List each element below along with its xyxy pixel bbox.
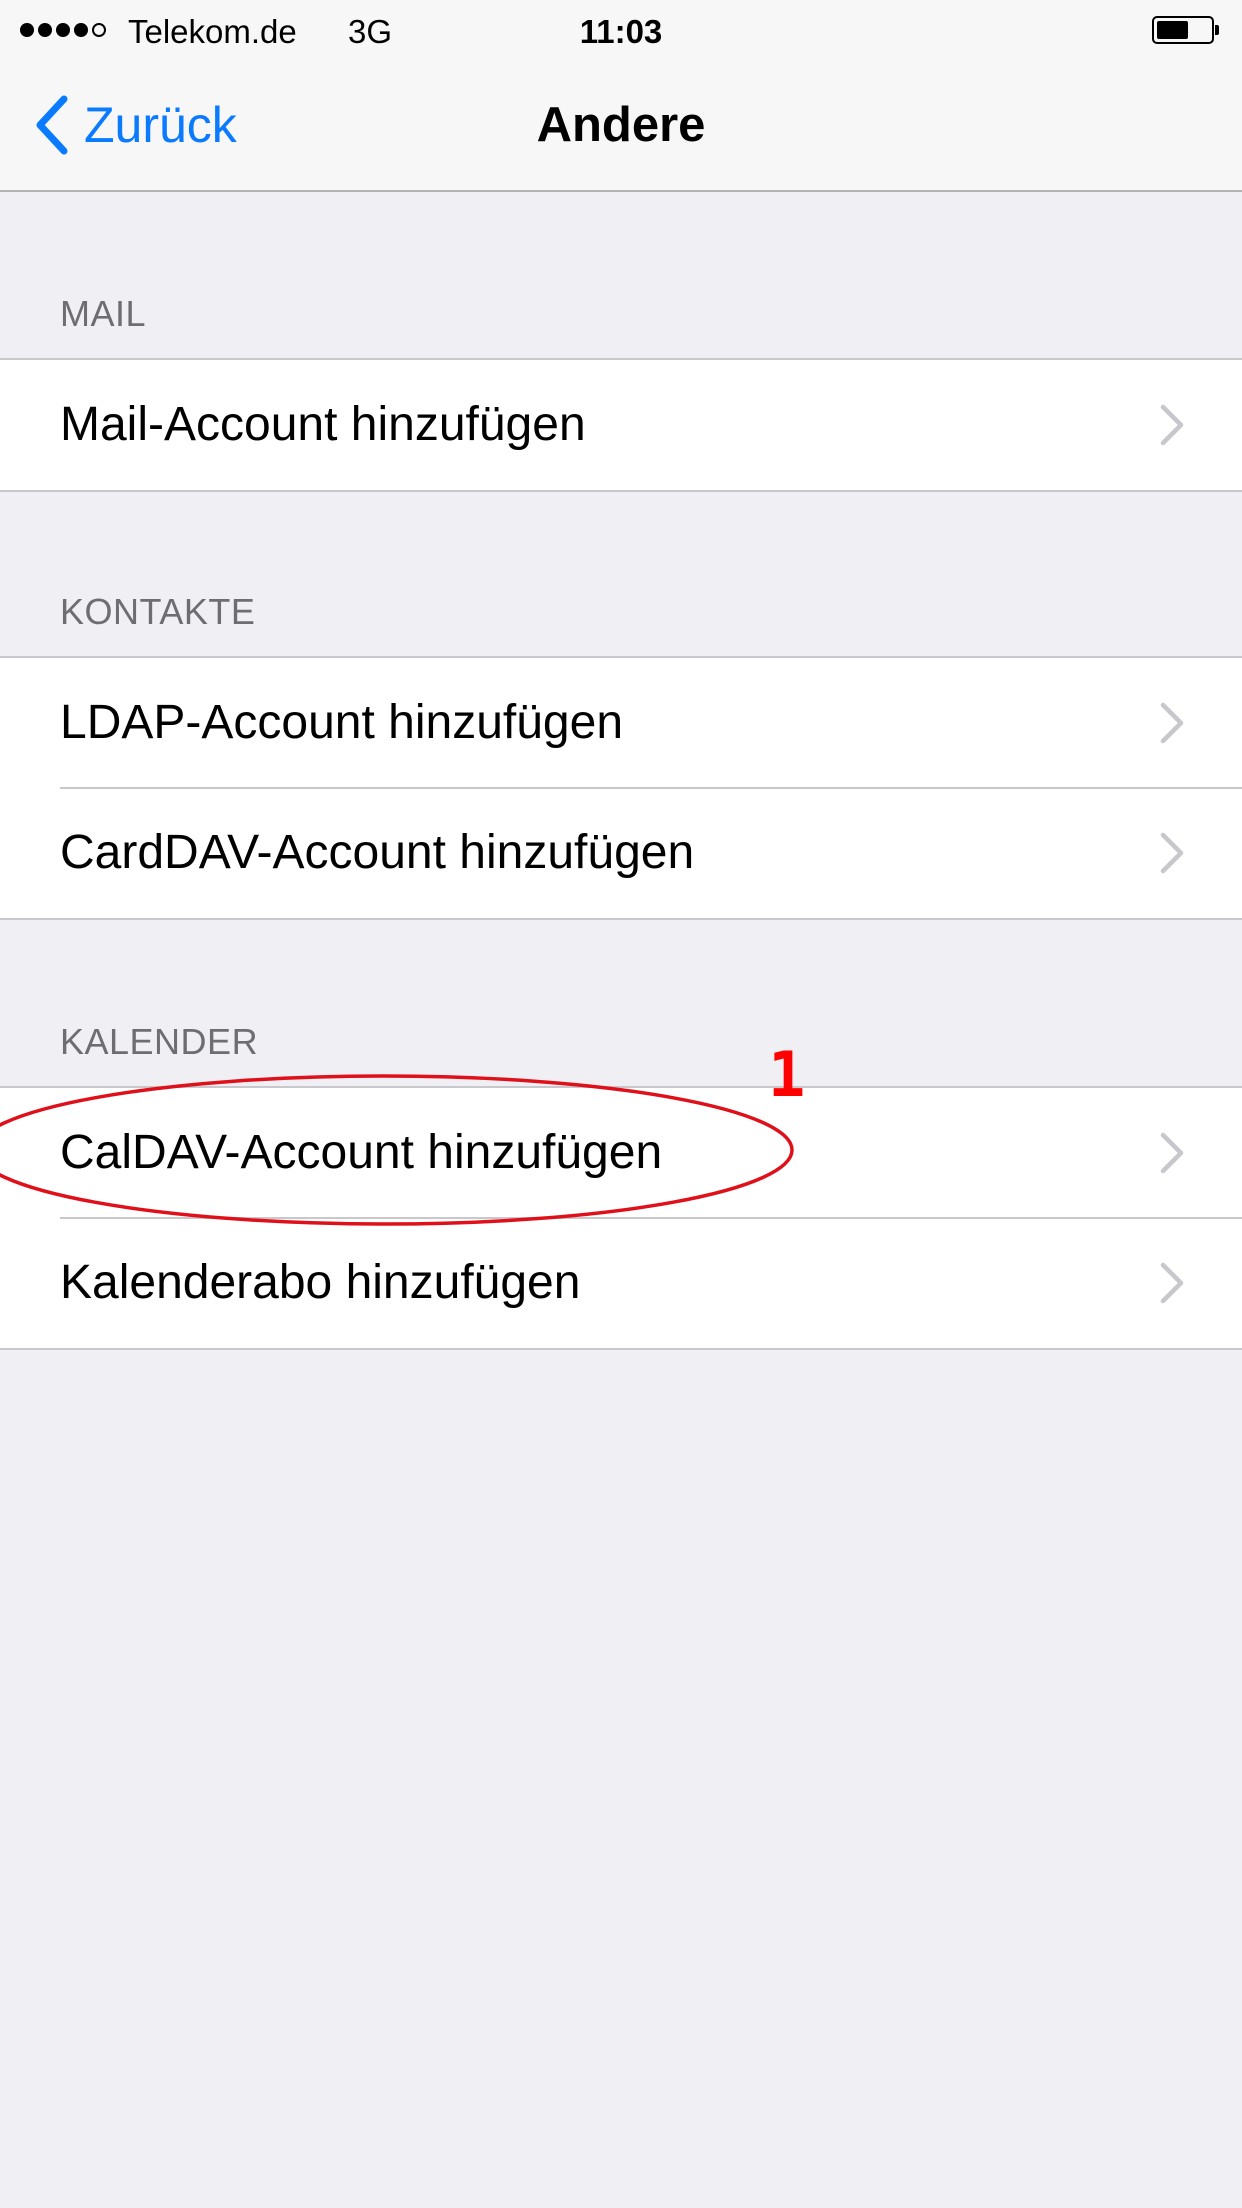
chevron-right-icon	[1160, 1262, 1184, 1304]
section-header-mail: MAIL	[60, 293, 147, 334]
row-label: CalDAV-Account hinzufügen	[60, 1126, 663, 1179]
group-calendar: CalDAV-Account hinzufügen Kalenderabo hi…	[0, 1086, 1242, 1350]
chevron-right-icon	[1160, 404, 1184, 446]
row-add-ldap-account[interactable]: LDAP-Account hinzufügen	[0, 658, 1242, 788]
battery-icon	[1152, 16, 1219, 44]
annotation-number: 1	[768, 1038, 806, 1111]
status-bar: Telekom.de 3G 11:03	[0, 0, 1242, 60]
chevron-right-icon	[1160, 832, 1184, 874]
row-label: CardDAV-Account hinzufügen	[60, 826, 695, 879]
battery-tip	[1215, 25, 1219, 35]
row-label: Kalenderabo hinzufügen	[60, 1256, 581, 1309]
section-header-contacts: KONTAKTE	[60, 591, 256, 632]
row-add-caldav-account[interactable]: CalDAV-Account hinzufügen	[0, 1088, 1242, 1218]
group-contacts: LDAP-Account hinzufügen CardDAV-Account …	[0, 656, 1242, 920]
row-add-calendar-subscription[interactable]: Kalenderabo hinzufügen	[0, 1217, 1242, 1348]
top-chrome: Telekom.de 3G 11:03 Zurück Andere	[0, 0, 1242, 192]
page-title: Andere	[536, 98, 706, 152]
battery-fill	[1157, 21, 1189, 39]
row-label: Mail-Account hinzufügen	[60, 398, 586, 451]
chevron-right-icon	[1160, 1132, 1184, 1174]
row-add-mail-account[interactable]: Mail-Account hinzufügen	[0, 360, 1242, 490]
row-add-carddav-account[interactable]: CardDAV-Account hinzufügen	[0, 787, 1242, 918]
row-label: LDAP-Account hinzufügen	[60, 696, 624, 749]
group-mail: Mail-Account hinzufügen	[0, 358, 1242, 492]
chevron-right-icon	[1160, 702, 1184, 744]
status-time: 11:03	[579, 13, 663, 50]
section-header-calendar: KALENDER	[60, 1021, 259, 1062]
navigation-bar: Zurück Andere	[0, 60, 1242, 190]
